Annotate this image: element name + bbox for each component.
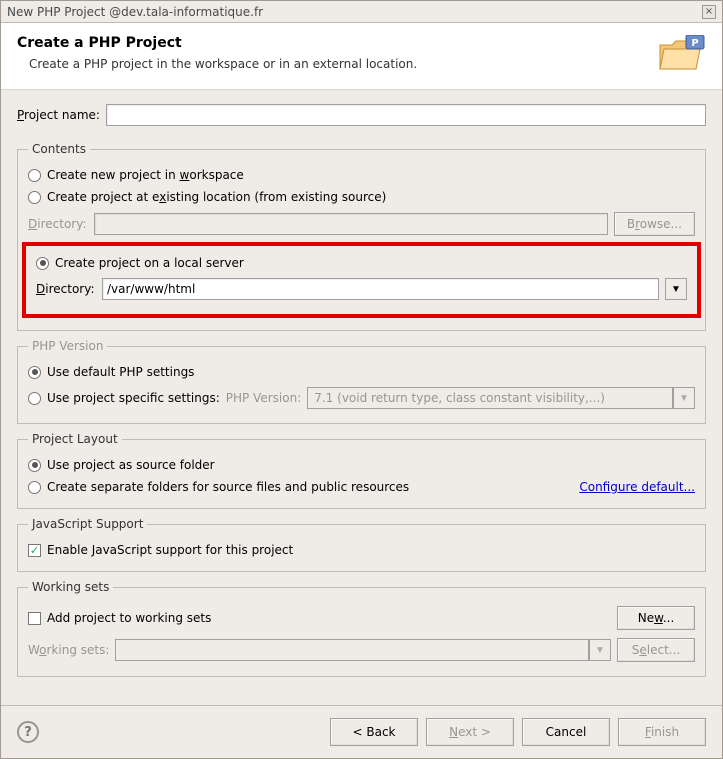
project-layout-legend: Project Layout <box>28 432 122 446</box>
radio-icon <box>28 459 41 472</box>
php-version-combo: 7.1 (void return type, class constant vi… <box>307 387 695 409</box>
radio-source-folder[interactable]: Use project as source folder <box>28 454 695 476</box>
titlebar: New PHP Project @dev.tala-informatique.f… <box>1 1 722 23</box>
radio-icon <box>28 366 41 379</box>
php-version-legend: PHP Version <box>28 339 107 353</box>
configure-default-link[interactable]: Configure default... <box>579 480 695 494</box>
working-sets-label: Working sets: <box>28 643 109 657</box>
project-layout-group: Project Layout Use project as source fol… <box>17 432 706 509</box>
working-sets-group: Working sets Add project to working sets… <box>17 580 706 677</box>
radio-specific-php[interactable]: Use project specific settings: PHP Versi… <box>28 383 695 413</box>
directory-label-2: Directory: <box>36 282 96 296</box>
checkbox-icon: ✓ <box>28 544 41 557</box>
project-name-label: PProject name:roject name: <box>17 108 100 122</box>
contents-legend: Contents <box>28 142 90 156</box>
add-to-working-sets-checkbox[interactable]: Add project to working sets <box>28 611 211 625</box>
working-sets-legend: Working sets <box>28 580 113 594</box>
radio-icon <box>28 481 41 494</box>
directory-dropdown[interactable]: ▼ <box>665 278 687 300</box>
wizard-subtitle: Create a PHP project in the workspace or… <box>29 57 417 71</box>
radio-separate-folders[interactable]: Create separate folders for source files… <box>28 476 409 498</box>
svg-text:P: P <box>691 38 698 49</box>
php-version-combo-label: PHP Version: <box>226 391 301 405</box>
radio-existing-location[interactable]: Create project at existing location (fro… <box>28 186 695 208</box>
directory-input-2[interactable] <box>102 278 659 300</box>
wizard-title: Create a PHP Project <box>17 35 417 51</box>
radio-icon <box>28 392 41 405</box>
radio-icon <box>28 191 41 204</box>
new-working-set-button[interactable]: New...New... <box>617 606 695 630</box>
radio-icon <box>36 257 49 270</box>
javascript-support-legend: JavaScript Support <box>28 517 147 531</box>
project-name-input[interactable] <box>106 104 706 126</box>
directory-label-1: Directory: <box>28 217 88 231</box>
wizard-footer: ? < Back Next >Next > Cancel FinishFinis… <box>1 705 722 758</box>
checkbox-icon <box>28 612 41 625</box>
directory-input-1 <box>94 213 608 235</box>
wizard-header: Create a PHP Project Create a PHP projec… <box>1 23 722 90</box>
radio-icon <box>28 169 41 182</box>
cancel-button[interactable]: Cancel <box>522 718 610 746</box>
next-button: Next >Next > <box>426 718 514 746</box>
back-button[interactable]: < Back <box>330 718 418 746</box>
javascript-support-group: JavaScript Support ✓ Enable JavaScript s… <box>17 517 706 572</box>
php-version-group: PHP Version Use default PHP settings Use… <box>17 339 706 424</box>
enable-js-checkbox[interactable]: ✓ Enable JavaScript support for this pro… <box>28 539 695 561</box>
help-icon[interactable]: ? <box>17 721 39 743</box>
window-title: New PHP Project @dev.tala-informatique.f… <box>7 5 263 19</box>
browse-button: Browse...Browse... <box>614 212 695 236</box>
radio-local-server[interactable]: Create project on a local server <box>36 252 687 274</box>
finish-button: FinishFinish <box>618 718 706 746</box>
select-working-set-button: Select...Select... <box>617 638 695 662</box>
chevron-down-icon: ▼ <box>673 387 695 409</box>
wizard-window: New PHP Project @dev.tala-informatique.f… <box>0 0 723 759</box>
php-project-icon: P <box>658 35 706 75</box>
radio-workspace[interactable]: Create new project in workspace Create n… <box>28 164 695 186</box>
chevron-down-icon: ▼ <box>589 639 611 661</box>
working-sets-combo: ▼ <box>115 639 611 661</box>
window-close-button[interactable]: × <box>702 5 716 19</box>
radio-default-php[interactable]: Use default PHP settings <box>28 361 695 383</box>
highlight-box: Create project on a local server Directo… <box>22 242 701 318</box>
contents-group: Contents Create new project in workspace… <box>17 142 706 331</box>
